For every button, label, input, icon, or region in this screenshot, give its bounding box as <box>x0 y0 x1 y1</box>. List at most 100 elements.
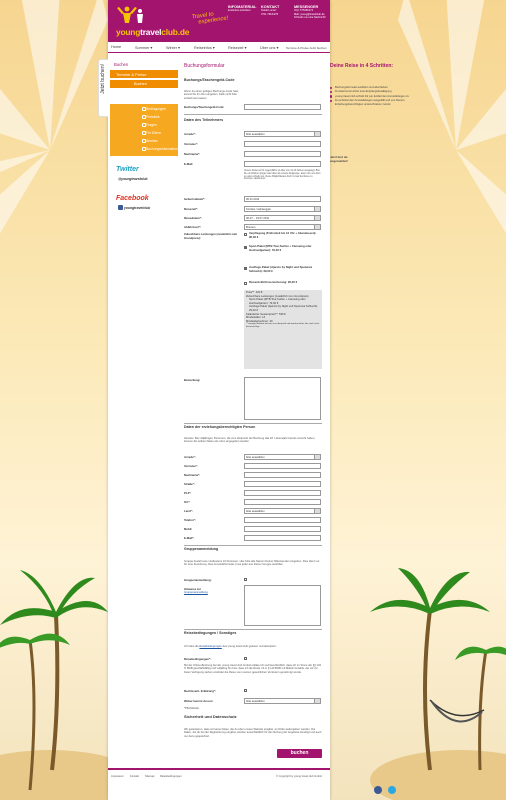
p-strasse-input[interactable] <box>244 481 321 487</box>
p-ort-label: Ort*: <box>184 500 191 504</box>
group-section-title: Gruppenanmeldung <box>184 547 219 551</box>
kontakt-info: KONTAKT Telefon unter: 0711 76164/76 <box>261 5 280 16</box>
sidebar-item-termine[interactable]: Termine & Preise <box>110 70 178 78</box>
price-summary: Preis**: 420 € Zubuchbare Leistungen (zu… <box>244 290 322 369</box>
footer-link-impressum[interactable]: Impressum <box>111 775 124 778</box>
bemerkung-label: Bemerkung: <box>184 378 201 382</box>
footer-link-kontakt[interactable]: Kontakt <box>130 775 139 778</box>
p-land-label: Land*: <box>184 509 193 513</box>
bedingungen-checkbox[interactable] <box>244 657 247 660</box>
terms-link[interactable]: Reisebedingungen <box>199 645 221 648</box>
facebook-icon[interactable] <box>374 786 382 794</box>
submit-button[interactable]: buchen <box>277 749 322 758</box>
panel-item-preisliste[interactable]: Preisliste <box>116 114 176 122</box>
group-checkbox[interactable] <box>244 578 247 581</box>
p-nachname-label: Nachname*: <box>184 473 201 477</box>
code-text: Wenn du einen gültigen Buchungs-Code has… <box>184 90 239 100</box>
steps-final: Jetzt bist du angemeldet! <box>330 155 348 163</box>
p-telefon-input[interactable] <box>244 517 321 523</box>
vertrag-checkbox[interactable] <box>244 689 247 692</box>
option-ausflug: Ausflugs-Paket (Ajaccio by Night und Spe… <box>249 265 313 273</box>
p-email-input[interactable] <box>244 535 321 541</box>
nav-reiseziel[interactable]: Reiseziel ▾ <box>228 45 246 50</box>
step-item: young travel club schickt Dir per E-Mail… <box>330 95 410 99</box>
parent-section-title: Daten der erziehungsberechtigten Person <box>184 425 256 429</box>
group-info-link[interactable]: Gruppenanmeldung <box>184 591 208 594</box>
p-mobil-label: Mobil: <box>184 527 193 531</box>
book-now-tab[interactable]: Jetzt buchen! <box>98 59 108 117</box>
logo-figures-icon <box>117 6 143 23</box>
reiseziel-label: Reiseziel*: <box>184 207 198 211</box>
panel-item-buchungsinfo[interactable]: Buchungsinformationen <box>116 146 182 154</box>
pflicht-note: *Pflichtfelder <box>184 707 200 710</box>
geburtsdatum-label: Geburtsdatum*: <box>184 197 206 201</box>
group-note: Gruppe besteht aus mindestens 10 Persone… <box>184 560 320 567</box>
reisedatum-select[interactable]: 30.07. - 19.07.2011 <box>244 215 321 221</box>
twitter-icon[interactable] <box>388 786 396 794</box>
panel-item-fragen[interactable]: Fragen <box>116 122 176 130</box>
woher-select[interactable]: bitte auswählen <box>244 698 321 704</box>
divider <box>184 114 322 115</box>
twitter-handle[interactable]: @youngtravelclub <box>118 177 148 181</box>
logo[interactable]: youngtravelclub.de <box>113 5 189 39</box>
p-ort-input[interactable] <box>244 499 321 505</box>
summary-ausflug: Ausflugs-Paket (Ajaccio by Night und Spe… <box>249 305 318 312</box>
option-verpflegung: Verpflegung (Frühstück bis 12 Uhr + Aben… <box>249 231 317 239</box>
code-label: Buchungs/Taschengeld-Code: <box>184 105 225 109</box>
infomaterial-link[interactable]: INFOMATERIAL kostenlos anfordern <box>228 5 258 13</box>
form-title: Buchungsformular <box>184 63 225 69</box>
sidebar-item-buchen[interactable]: Buchen <box>110 80 178 88</box>
footer-link-reisebedingungen[interactable]: Reisebedingungen <box>160 775 182 778</box>
bemerkung-textarea[interactable] <box>244 377 321 420</box>
zubuchbar-label: Zubuchbare Leistungen (zusätzlich zum Gr… <box>184 232 238 240</box>
messenger-info: MESSENGER ICQ: 575466174 Mail: young@trave… <box>294 5 326 20</box>
nachname-input[interactable] <box>244 151 321 157</box>
panel-item-eltern[interactable]: Für Eltern <box>116 130 176 138</box>
facebook-icon[interactable] <box>118 205 123 210</box>
main-nav: Home Sommer ▾ Winter ▾ Reiseinfos ▾ Reis… <box>108 42 330 53</box>
nav-reiseinfos[interactable]: Reiseinfos ▾ <box>194 45 215 50</box>
p-anrede-select[interactable]: bitte auswählen <box>244 454 321 460</box>
p-plz-input[interactable] <box>244 490 321 496</box>
p-nachname-input[interactable] <box>244 472 321 478</box>
option-sport-checkbox[interactable] <box>244 246 247 249</box>
reisedatum-label: Reisedatum*: <box>184 216 202 220</box>
nav-right-links[interactable]: Termine & Preise Jetzt buchen <box>286 46 327 50</box>
email-input[interactable] <box>244 161 321 167</box>
p-mobil-input[interactable] <box>244 526 321 532</box>
abfahrtsort-select[interactable]: Bremen <box>244 224 321 230</box>
code-input[interactable] <box>244 104 321 110</box>
facebook-label[interactable]: Facebook <box>116 195 149 202</box>
twitter-label[interactable]: Twitter <box>116 166 139 173</box>
code-section-title: Buchungs/Taschengeld-Code <box>184 78 235 82</box>
participant-section-title: Daten des Teilnehmers <box>184 118 224 122</box>
p-strasse-label: Straße*: <box>184 482 195 486</box>
reiseziel-select[interactable]: Korsika: Calcareggio <box>244 206 321 212</box>
nav-winter[interactable]: Winter ▾ <box>166 45 180 50</box>
content-page: youngtravelclub.de Travel to experience! … <box>98 0 409 800</box>
p-plz-label: PLZ*: <box>184 491 192 495</box>
option-verpflegung-checkbox[interactable] <box>244 233 247 236</box>
group-textarea[interactable] <box>244 585 321 626</box>
p-telefon-label: Telefon*: <box>184 518 196 522</box>
nav-sommer[interactable]: Sommer ▾ <box>135 45 152 50</box>
p-vorname-input[interactable] <box>244 463 321 469</box>
footer-link-sitemap[interactable]: Sitemap <box>145 775 155 778</box>
option-versicherung-checkbox[interactable] <box>244 282 247 285</box>
abfahrtsort-label: Abfahrtsort*: <box>184 225 202 229</box>
panel-item-bedingungen[interactable]: Bedingungen <box>116 106 176 114</box>
step-item: Du schickst den Anmeldebogen ausgefüllt … <box>330 99 410 106</box>
p-anrede-label: Anrede*: <box>184 455 196 459</box>
nav-ueber-uns[interactable]: Über uns ▾ <box>260 45 278 50</box>
legal-text: Mit der Online-Buchung bei der young tra… <box>184 664 321 674</box>
facebook-handle[interactable]: youngtravelclub <box>124 206 150 210</box>
woher-label: Woher kennst du uns: <box>184 699 214 703</box>
vorname-input[interactable] <box>244 141 321 147</box>
divider <box>184 545 322 546</box>
geburtsdatum-input[interactable]: 30.01.2011 <box>244 196 321 202</box>
option-ausflug-checkbox[interactable] <box>244 267 247 270</box>
nav-home[interactable]: Home <box>111 45 121 49</box>
anrede-select[interactable]: bitte auswählen <box>244 131 321 137</box>
panel-item-abreise[interactable]: Abreise <box>116 138 176 146</box>
p-land-select[interactable]: bitte auswählen <box>244 508 321 514</box>
